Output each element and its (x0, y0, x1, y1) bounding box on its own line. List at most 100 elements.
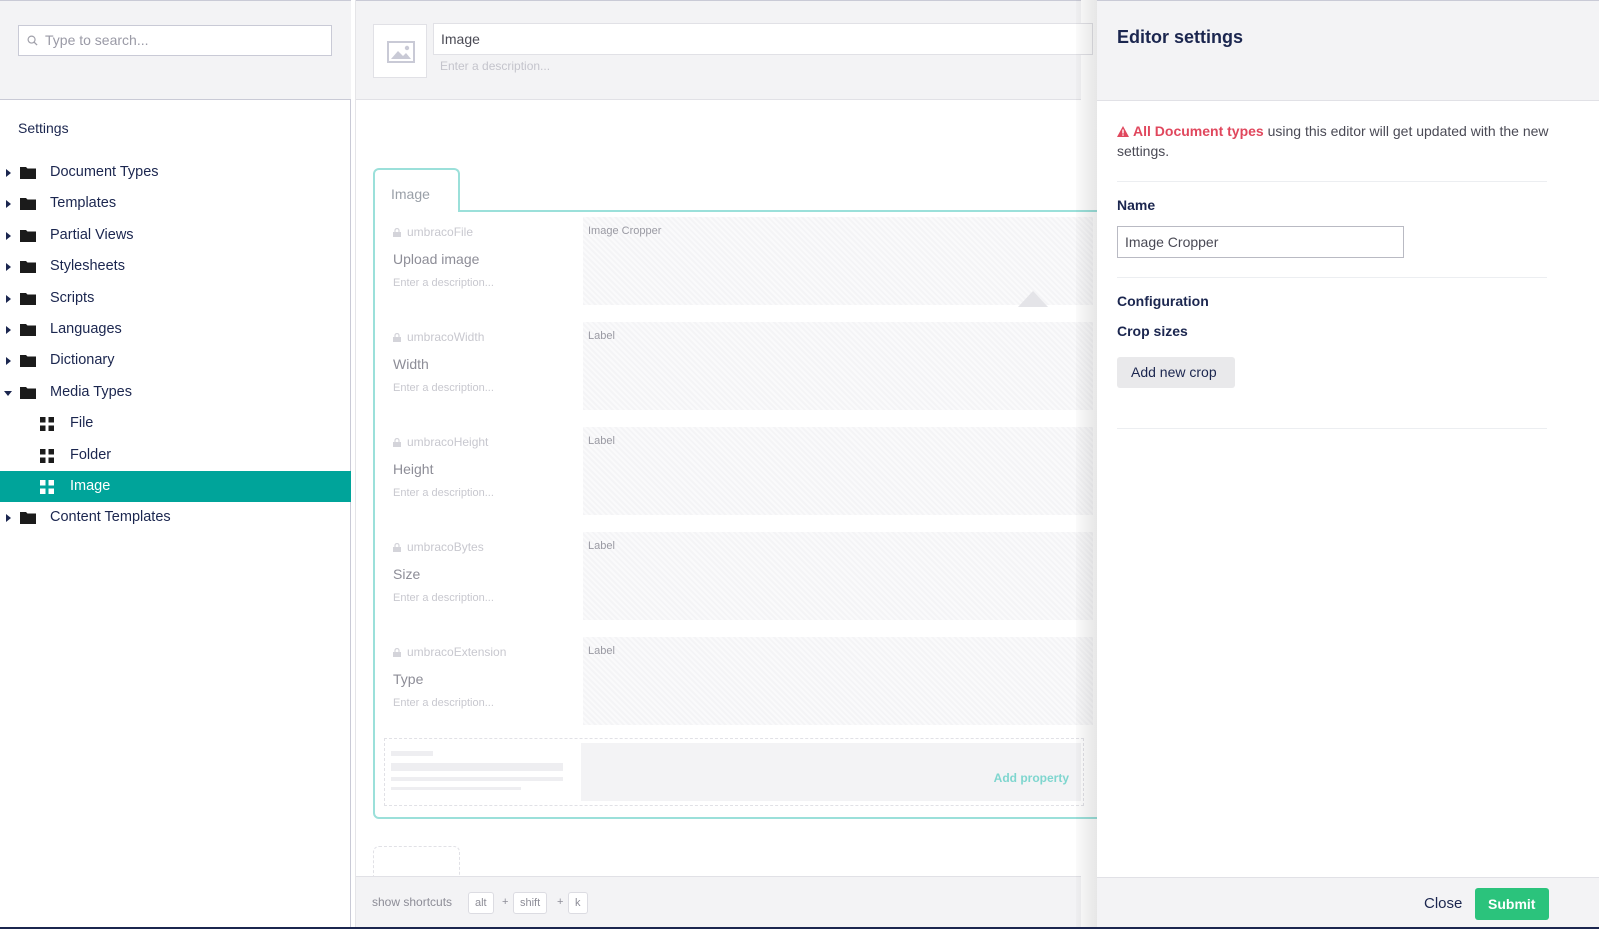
tree-item-stylesheets[interactable]: Stylesheets (0, 251, 351, 282)
tree-item-dictionary[interactable]: Dictionary (0, 345, 351, 376)
crop-sizes-label: Crop sizes (1117, 323, 1188, 339)
property-preview (583, 427, 1093, 515)
folder-icon (20, 512, 36, 525)
lock-icon (393, 648, 401, 657)
property-alias: umbracoBytes (393, 540, 484, 554)
search-input[interactable]: Type to search... (18, 25, 332, 56)
expand-arrow-icon[interactable] (6, 294, 11, 303)
tree-item-languages[interactable]: Languages (0, 314, 351, 345)
tree-item-label: Templates (50, 195, 117, 212)
tab-label: Image (391, 186, 430, 202)
property-group: umbracoFile Upload image Enter a descrip… (373, 210, 1103, 819)
tree-item-content-templates[interactable]: Content Templates (0, 502, 351, 533)
shortcut-plus: + (557, 896, 564, 908)
tree: Document Types Templates Partial Views S… (0, 157, 351, 534)
property-preview (583, 637, 1093, 725)
skeleton-line (391, 787, 521, 790)
shortcut-key-alt: alt (468, 892, 494, 914)
add-property-row: Add property (384, 738, 1084, 806)
add-new-crop-button[interactable]: Add new crop (1117, 357, 1235, 388)
tree-item-scripts[interactable]: Scripts (0, 283, 351, 314)
collapse-arrow-icon[interactable] (4, 390, 12, 396)
property-editor: Label (588, 540, 615, 552)
tree-item-partial-views[interactable]: Partial Views (0, 220, 351, 251)
property-name: Height (393, 461, 434, 477)
property-editor: Label (588, 435, 615, 447)
editor-name-input[interactable]: Image Cropper (1117, 226, 1404, 258)
divider (1117, 277, 1547, 278)
warning-highlight: All Document types (1133, 123, 1264, 139)
property-name: Size (393, 566, 421, 582)
property-row[interactable]: umbracoWidth Width Enter a description..… (393, 322, 1093, 422)
property-alias-text: umbracoFile (407, 225, 474, 239)
property-alias: umbracoWidth (393, 330, 484, 344)
section-title: Settings (18, 120, 69, 136)
icon-picker[interactable] (373, 24, 427, 78)
show-shortcuts-link[interactable]: show shortcuts (372, 895, 452, 909)
tree-item-label: File (70, 415, 94, 432)
description-input[interactable]: Enter a description... (440, 59, 550, 73)
divider (1117, 428, 1547, 429)
name-label: Name (1117, 197, 1156, 213)
skeleton-line (391, 763, 563, 771)
expand-arrow-icon[interactable] (6, 325, 11, 334)
lock-icon (393, 543, 401, 552)
tree-item-folder[interactable]: Folder (0, 440, 351, 471)
warning-message: All Document types using this editor wil… (1117, 121, 1557, 161)
property-row[interactable]: umbracoExtension Type Enter a descriptio… (393, 637, 1093, 737)
tree-item-label: Media Types (50, 383, 132, 400)
property-alias: umbracoExtension (393, 645, 506, 659)
folder-icon (20, 261, 36, 274)
expand-arrow-icon[interactable] (6, 357, 11, 366)
tree-item-document-types[interactable]: Document Types (0, 157, 351, 188)
lock-icon (393, 228, 401, 237)
property-preview (583, 532, 1093, 620)
editor-header: Image Enter a description... (356, 0, 1093, 100)
expand-arrow-icon[interactable] (6, 263, 11, 272)
property-description: Enter a description... (393, 487, 494, 499)
property-alias: umbracoFile (393, 225, 473, 239)
property-editor: Label (588, 645, 615, 657)
property-row[interactable]: umbracoFile Upload image Enter a descrip… (393, 217, 1093, 317)
name-input[interactable]: Image (433, 23, 1093, 55)
skeleton-line (391, 777, 563, 781)
property-alias-text: umbracoBytes (407, 540, 484, 554)
tab-image[interactable]: Image (373, 168, 460, 212)
property-name: Width (393, 356, 429, 372)
expand-arrow-icon[interactable] (6, 514, 11, 523)
expand-arrow-icon[interactable] (6, 231, 11, 240)
panel-header: Editor settings (1097, 1, 1599, 101)
property-alias: umbracoHeight (393, 435, 488, 449)
editor-name-value: Image Cropper (1125, 234, 1219, 250)
tree-item-label: Content Templates (50, 509, 171, 526)
property-description: Enter a description... (393, 277, 494, 289)
media-type-icon (40, 448, 54, 463)
property-row[interactable]: umbracoHeight Height Enter a description… (393, 427, 1093, 527)
image-icon (387, 41, 415, 63)
property-editor: Label (588, 330, 615, 342)
property-alias-text: umbracoWidth (407, 330, 485, 344)
expand-arrow-icon[interactable] (6, 169, 11, 177)
folder-icon (20, 229, 36, 242)
tree-item-image[interactable]: Image (0, 470, 351, 503)
add-property-button[interactable]: Add property (581, 743, 1081, 801)
property-description: Enter a description... (393, 382, 494, 394)
panel-footer: Close Submit (1097, 877, 1599, 929)
folder-icon (20, 198, 36, 211)
close-button[interactable]: Close (1424, 895, 1462, 912)
media-type-icon (40, 417, 54, 432)
media-type-icon (40, 479, 54, 494)
property-editor: Image Cropper (588, 225, 662, 237)
lock-icon (393, 333, 401, 342)
media-type-editor: Image Enter a description... Image umbra… (355, 0, 1103, 947)
property-name: Type (393, 671, 424, 687)
divider (1117, 181, 1547, 182)
expand-arrow-icon[interactable] (6, 200, 11, 209)
property-row[interactable]: umbracoBytes Size Enter a description...… (393, 532, 1093, 632)
tree-item-media-types[interactable]: Media Types (0, 377, 351, 408)
configuration-label: Configuration (1117, 293, 1209, 309)
submit-button[interactable]: Submit (1475, 888, 1549, 920)
folder-icon (20, 355, 36, 368)
tree-item-file[interactable]: File (0, 408, 351, 439)
tree-item-templates[interactable]: Templates (0, 188, 351, 219)
